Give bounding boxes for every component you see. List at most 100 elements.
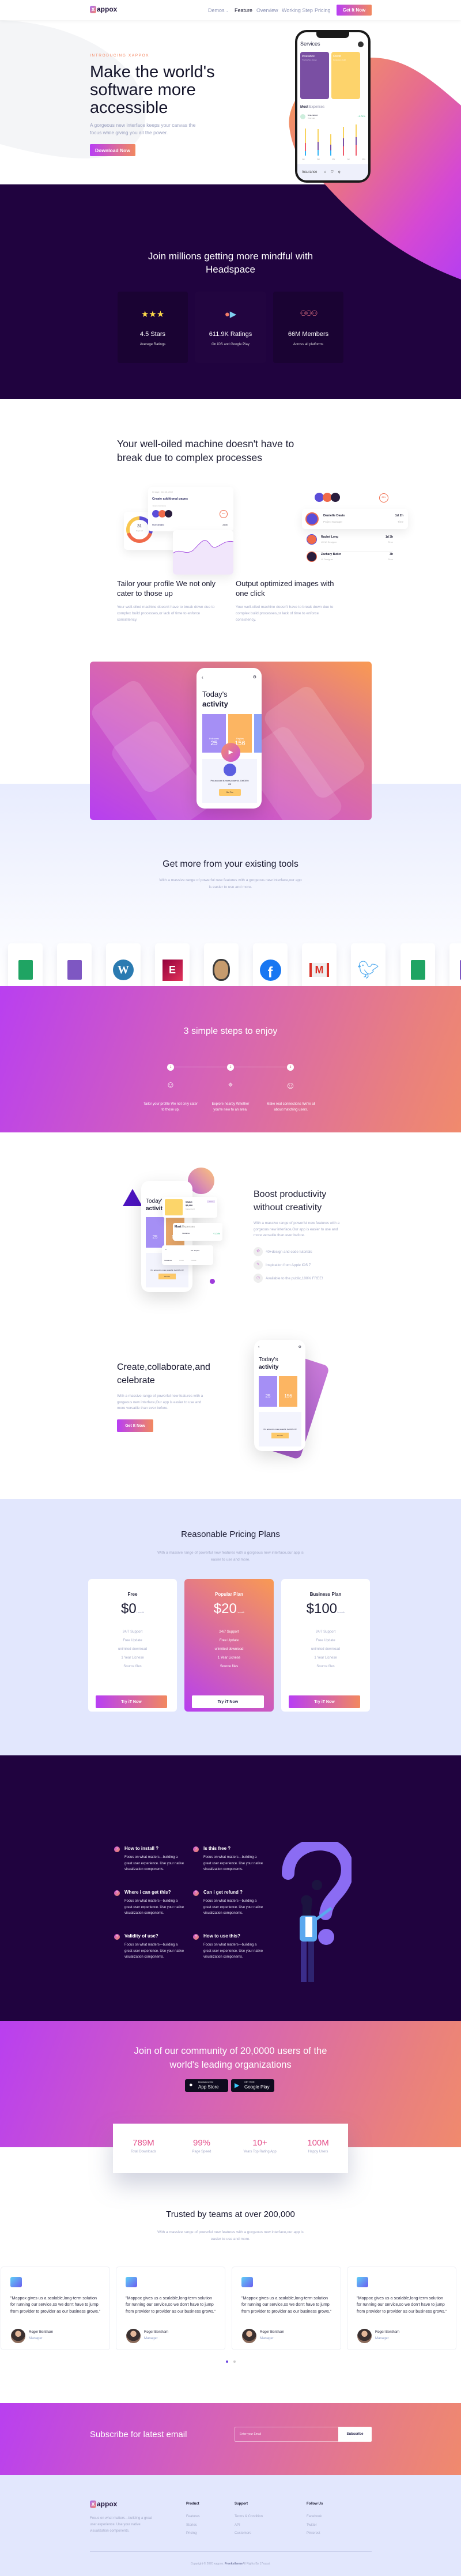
tabs-card: ← Ms. Sophia Insurance Credit Invoice bbox=[162, 1245, 213, 1265]
clock-icon: ◷ bbox=[254, 1274, 263, 1283]
plan-feature: unimited download bbox=[311, 1648, 341, 1651]
google-forms-icon bbox=[67, 960, 82, 980]
play-button[interactable]: ▶ bbox=[221, 743, 240, 762]
video-banner: ‹ ⚙ Today's activity Followers 25 Replie… bbox=[90, 662, 372, 820]
plan-features: 24/7 Support Free Update unimited download… bbox=[88, 1628, 177, 1671]
quote-icon bbox=[10, 2277, 22, 2287]
chevron-down-icon: ⌄ bbox=[226, 10, 229, 13]
faq-icon: ? bbox=[193, 1846, 199, 1852]
download-now-button[interactable]: Download Now bbox=[90, 144, 135, 156]
stat-label: Total Downloads bbox=[130, 2150, 157, 2154]
get-it-now-button[interactable]: Get It Now bbox=[337, 5, 372, 16]
step-text: Make real connections We're all about ma… bbox=[266, 1102, 316, 1112]
footer-link[interactable]: Pricing bbox=[186, 2532, 197, 2535]
nav-overview[interactable]: Overview bbox=[256, 7, 278, 13]
stat-value: 789M bbox=[133, 2138, 154, 2148]
stars-icon: ★★★ bbox=[141, 309, 165, 319]
person-role: Project Manager bbox=[323, 520, 343, 523]
faq-question[interactable]: How to install ? bbox=[124, 1846, 158, 1851]
boost-title: Boost productivity without creativity bbox=[254, 1189, 327, 1213]
shield-icon: ⛉ bbox=[330, 170, 334, 174]
tab-insurance: Insurance bbox=[302, 171, 318, 174]
task-time: 2d 8h bbox=[222, 524, 228, 526]
promo-text: Pro account is more powerful. Get 30% Of… bbox=[263, 1428, 297, 1430]
plan-card-business: Business Plan $100/ month 24/7 Support Fr… bbox=[281, 1579, 370, 1712]
carousel-dot[interactable] bbox=[233, 2360, 236, 2363]
step-text: Tailor your profile We not only cater to… bbox=[143, 1102, 198, 1112]
get-pro-button[interactable]: Get Pro bbox=[158, 1274, 176, 1279]
stat-item: 100M Happy Users bbox=[295, 2138, 341, 2154]
footer-link[interactable]: Facebook bbox=[307, 2515, 322, 2518]
plan-feature: Free Update bbox=[316, 1639, 335, 1642]
try-it-now-button[interactable]: Try iT Now bbox=[289, 1695, 360, 1708]
app-stores-icon: ●▶ bbox=[224, 309, 237, 319]
stat-value: 10+ bbox=[252, 2138, 267, 2148]
days-value: 31 bbox=[137, 524, 142, 528]
footer-link[interactable]: API bbox=[235, 2524, 240, 2527]
nav-pricing[interactable]: Pricing bbox=[315, 7, 331, 13]
more-detailed-link[interactable]: More detailed bbox=[152, 524, 164, 526]
footer-link[interactable]: Terms & Condition bbox=[235, 2515, 263, 2518]
person-name: Zachary Butler bbox=[321, 553, 342, 556]
boost-list-text: Inspiration from Apple iOS 7 bbox=[266, 1263, 311, 1267]
faq-icon: ? bbox=[193, 1890, 199, 1896]
plan-name: Business Plan bbox=[309, 1592, 342, 1597]
stat-label: Across all platforms bbox=[293, 343, 324, 346]
faq-answer: Focus on what matters—building a great u… bbox=[124, 1856, 184, 1871]
step-number: 2 bbox=[227, 1064, 234, 1071]
tab-credit: Credit bbox=[179, 1259, 184, 1261]
person-time: 1d 2h bbox=[395, 514, 403, 518]
nav-working-step[interactable]: Working Step bbox=[282, 7, 313, 13]
stat-label: Years Top Rating App bbox=[243, 2150, 277, 2154]
logo-mark: x bbox=[90, 5, 96, 13]
try-it-now-button[interactable]: Try iT Now bbox=[96, 1695, 167, 1708]
steps-section: 3 simple steps to enjoy 1 2 3 ☺ ⌖ ☺ Tail… bbox=[0, 986, 461, 1132]
back-icon: ‹ bbox=[258, 1345, 260, 1349]
subscribe-section: Subscribe for latest email Subscribe bbox=[0, 2403, 461, 2475]
get-pro-button[interactable]: Get Pro bbox=[271, 1433, 289, 1438]
faq-question[interactable]: Validity of use? bbox=[124, 1933, 158, 1939]
footer-link[interactable]: Pinterest bbox=[307, 2532, 320, 2535]
logo[interactable]: x appox bbox=[90, 5, 117, 13]
copyright-link[interactable]: Freekytheme bbox=[225, 2562, 243, 2566]
google-play-button[interactable]: ▶ GET IT ON Google Play bbox=[231, 2079, 274, 2092]
faq-question[interactable]: How to use this? bbox=[203, 1933, 240, 1939]
footer-about: Focus on what matters—building a great u… bbox=[90, 2517, 152, 2533]
testimonial-role: Manager bbox=[144, 2337, 158, 2340]
footer-link[interactable]: Features bbox=[186, 2515, 200, 2518]
card-sub: Trading has always bbox=[302, 59, 317, 61]
wallet-amount: $3,990 bbox=[186, 1204, 193, 1207]
faq-icon: ? bbox=[193, 1934, 199, 1940]
faq-question[interactable]: Is this free ? bbox=[203, 1846, 231, 1851]
footer-link[interactable]: Stories bbox=[186, 2524, 197, 2527]
days-label: Days left bbox=[136, 530, 143, 532]
footer-link[interactable]: Twitter bbox=[307, 2524, 317, 2527]
footer-logo[interactable]: x appox bbox=[90, 2500, 117, 2508]
subscribe-button[interactable]: Subscribe bbox=[338, 2427, 372, 2442]
get-pro-button[interactable]: Get Pro bbox=[218, 789, 241, 796]
wallet-label: Wallet bbox=[186, 1200, 192, 1203]
expense-item-sub: Total paid bbox=[308, 117, 315, 119]
triangle-shape bbox=[123, 1189, 142, 1206]
month-label: Jan bbox=[302, 158, 305, 160]
feature-illustration-tasks: 31 Days left 03 days | Dec 18, 2019 Creat… bbox=[124, 487, 233, 575]
create-get-it-now-button[interactable]: Get It Now bbox=[117, 1419, 153, 1432]
app-store-big: App Store bbox=[198, 2084, 219, 2090]
testimonial-card: "Mappox gives us a scalable,long-term so… bbox=[232, 2267, 341, 2350]
email-input[interactable] bbox=[235, 2427, 339, 2442]
carousel-dot-active[interactable] bbox=[226, 2360, 228, 2363]
footer-link[interactable]: Customers bbox=[235, 2532, 251, 2535]
expense-bar-chart bbox=[305, 124, 357, 156]
nav-demos[interactable]: Demos ⌄ bbox=[208, 7, 229, 13]
try-it-now-button[interactable]: Try iT Now bbox=[192, 1695, 264, 1708]
plan-price: $20/ month bbox=[213, 1601, 245, 1616]
app-store-button[interactable]: ● Download on the App Store bbox=[185, 2079, 228, 2092]
nav-feature[interactable]: Feature bbox=[235, 7, 252, 13]
expenses-heading: Most Expenses bbox=[300, 105, 325, 109]
faq-question[interactable]: Can i get refund ? bbox=[203, 1890, 243, 1895]
task-progress: 85% bbox=[220, 510, 228, 518]
stat-label: Happy Users bbox=[308, 2150, 328, 2154]
faq-question[interactable]: Where i can get this? bbox=[124, 1890, 171, 1895]
person-time-label: Time bbox=[398, 520, 403, 523]
third-tile bbox=[254, 714, 262, 753]
